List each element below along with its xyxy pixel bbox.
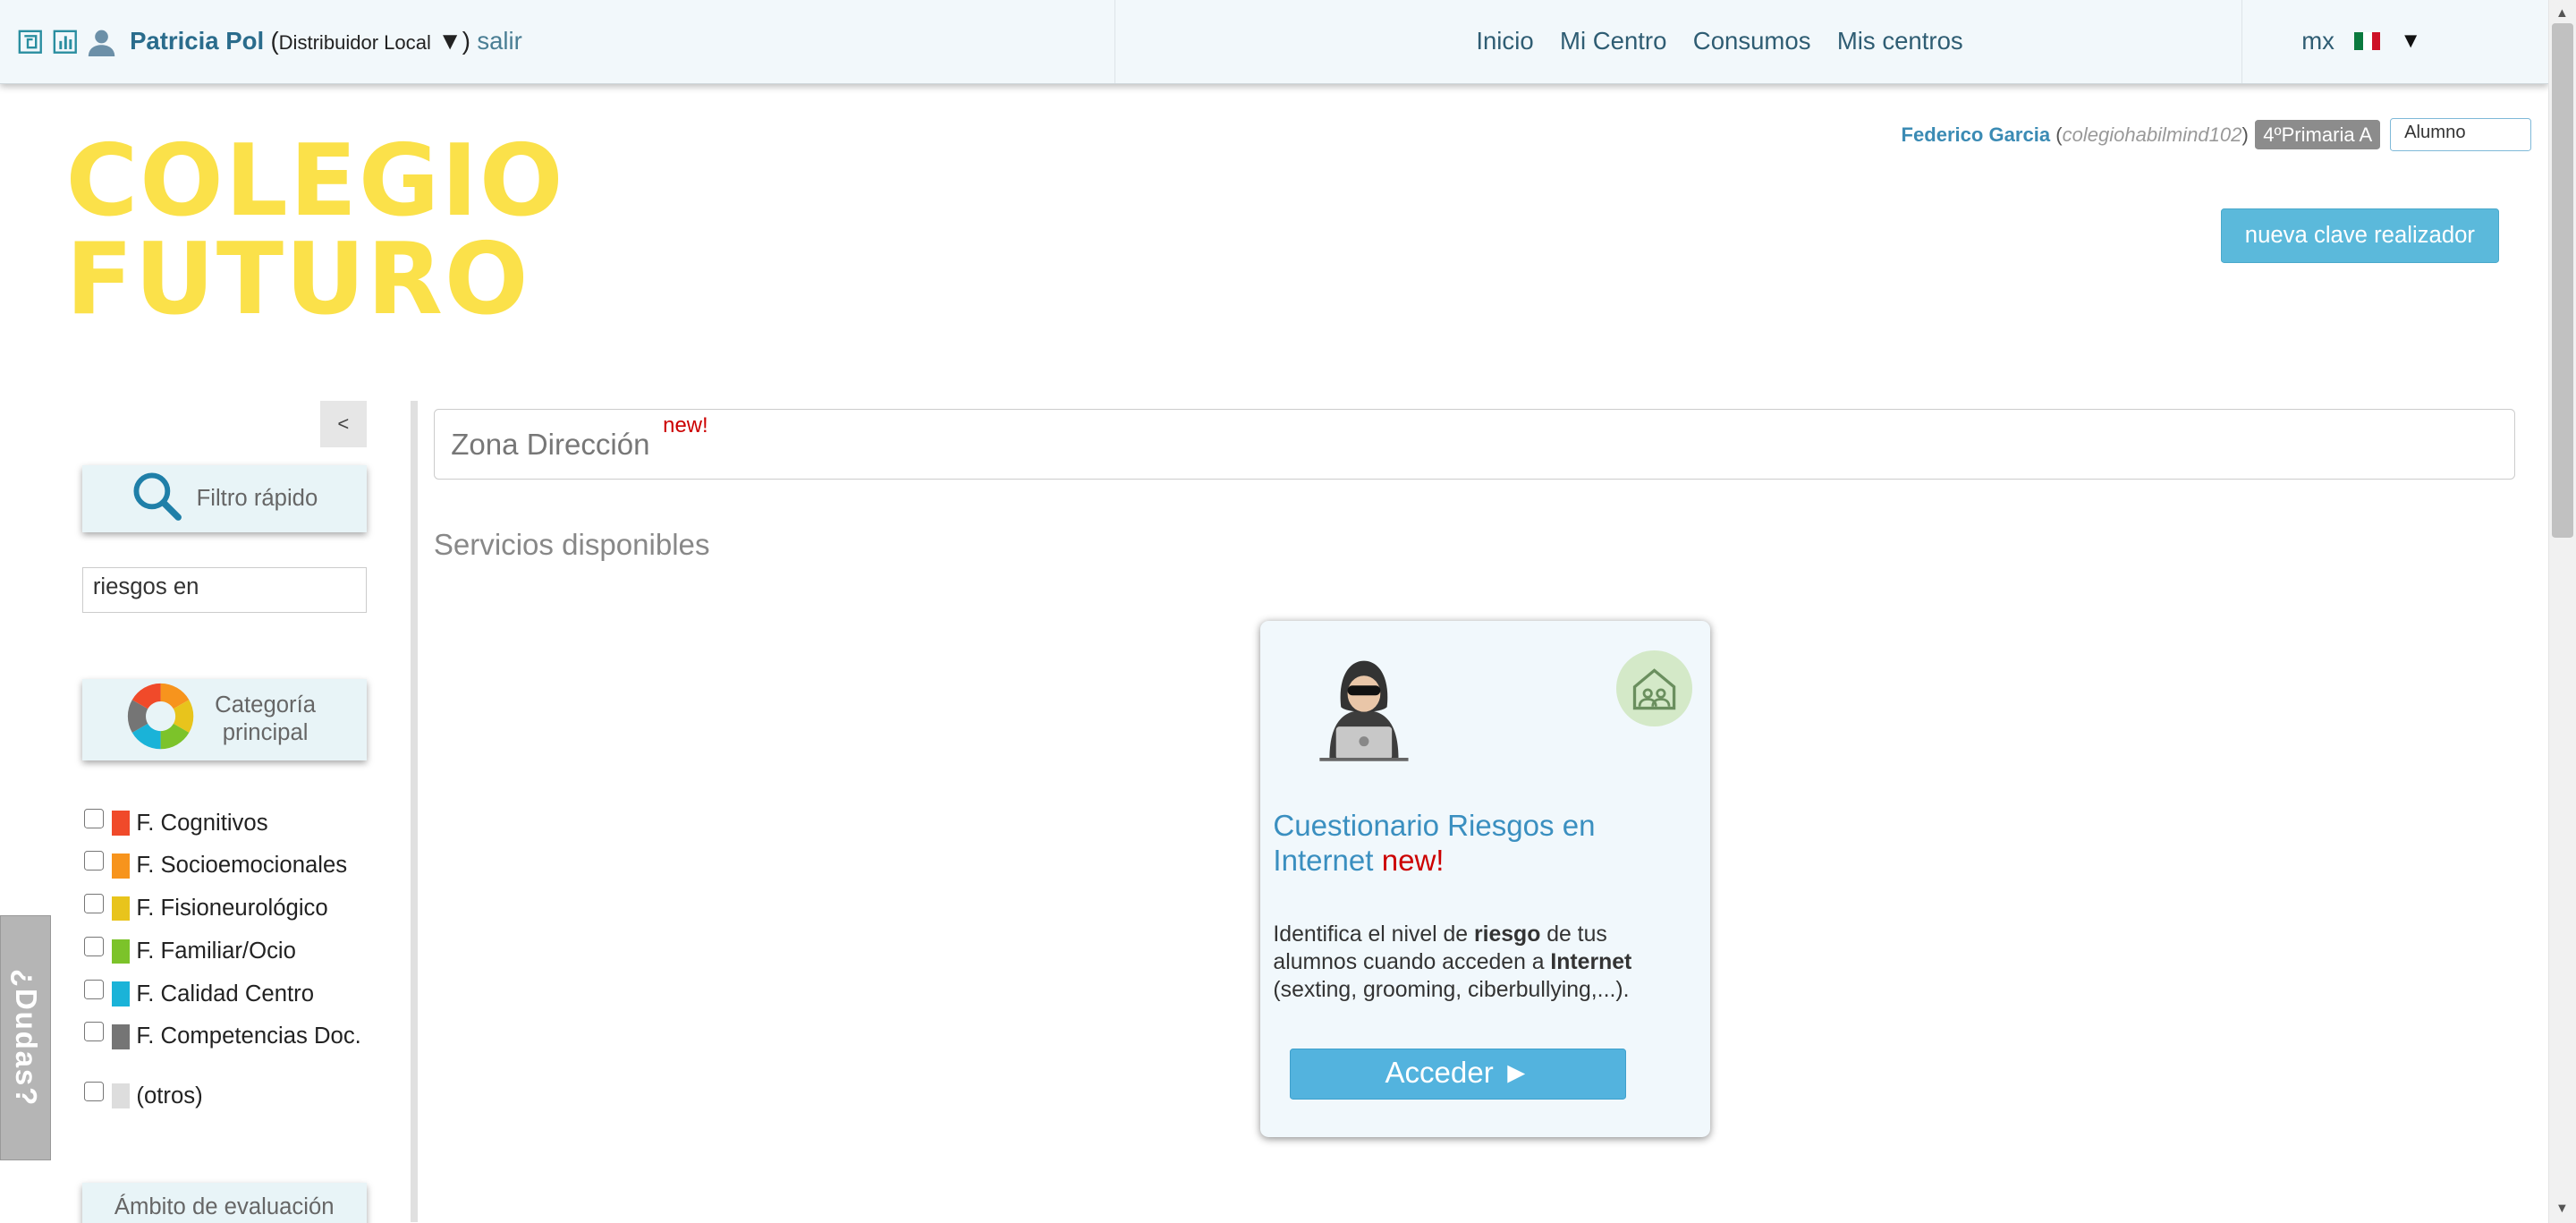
color-swatch — [111, 1083, 131, 1108]
chevron-down-icon[interactable]: ▼ — [2400, 29, 2421, 54]
new-key-button[interactable]: nueva clave realizador — [2221, 208, 2499, 263]
search-input[interactable]: riesgos en — [81, 566, 367, 614]
role-field[interactable]: Alumno — [2390, 118, 2532, 151]
nav-mi-centro[interactable]: Mi Centro — [1560, 27, 1666, 55]
checkbox[interactable] — [83, 1081, 104, 1101]
color-swatch — [111, 811, 131, 836]
nav-inicio[interactable]: Inicio — [1476, 27, 1533, 55]
filter-fisioneurologico[interactable]: F. Fisioneurológico — [83, 888, 361, 930]
collapse-sidebar-button[interactable]: < — [320, 401, 367, 447]
page: Patricia Pol (Distribuidor Local ▼) sali… — [0, 0, 2576, 1223]
chevron-down-icon: ▼) — [437, 27, 470, 55]
filter-cognitivos[interactable]: F. Cognitivos — [83, 802, 361, 845]
filter-socioemocionales[interactable]: F. Socioemocionales — [83, 845, 361, 888]
nav-mis-centros[interactable]: Mis centros — [1837, 27, 1963, 55]
student-name[interactable]: Federico Garcia — [1902, 123, 2051, 147]
hacker-icon — [1313, 658, 1415, 763]
color-swatch — [111, 938, 131, 964]
new-badge: new! — [1381, 845, 1445, 879]
quick-filter-button[interactable]: Filtro rápido — [81, 464, 367, 533]
logout-link[interactable]: salir — [477, 27, 522, 55]
filter-label: F. Cognitivos — [136, 810, 268, 836]
filter-label: (otros) — [136, 1083, 203, 1108]
scroll-up-arrow-icon[interactable]: ▲ — [2555, 6, 2569, 21]
checkbox[interactable] — [83, 936, 104, 956]
filter-label: F. Familiar/Ocio — [136, 938, 296, 964]
filter-label: F. Competencias Doc. — [136, 1023, 361, 1049]
desc-text: (sexting, grooming, ciberbullying,...). — [1273, 977, 1630, 1002]
evaluation-scope-button[interactable]: Ámbito de evaluación — [81, 1183, 367, 1223]
user-name[interactable]: Patricia Pol — [130, 27, 264, 55]
help-tab[interactable]: ¿Dudas? — [0, 915, 51, 1160]
evaluation-scope-label: Ámbito de evaluación — [114, 1194, 335, 1220]
main-nav: Inicio Mi Centro Consumos Mis centros — [1115, 0, 2243, 83]
help-tab-label: ¿Dudas? — [9, 968, 43, 1107]
color-swatch — [111, 896, 131, 921]
student-info: Federico Garcia (colegiohabilmind102) 4º… — [1902, 118, 2532, 151]
quick-filter-label: Filtro rápido — [196, 485, 318, 511]
user-role-selector[interactable]: (Distribuidor Local ▼) — [270, 27, 470, 55]
new-badge: new! — [663, 413, 708, 437]
logo-line-1: COLEGIO — [65, 123, 565, 238]
color-swatch — [111, 1024, 131, 1049]
desc-text: Identifica el nivel de — [1273, 921, 1474, 947]
checkbox[interactable] — [83, 979, 104, 999]
service-description: Identifica el nivel de riesgo de tus alu… — [1273, 921, 1683, 1005]
chart-icon[interactable] — [53, 30, 78, 55]
checkbox[interactable] — [83, 1022, 104, 1042]
category-label: Categoría principal — [215, 692, 317, 746]
language-code: mx — [2301, 27, 2334, 55]
grade-badge: 4ºPrimaria A — [2255, 119, 2381, 150]
filter-familiar-ocio[interactable]: F. Familiar/Ocio — [83, 930, 361, 973]
logo-line-2: FUTURO — [65, 222, 530, 337]
direction-zone-title: Zona Dirección — [451, 428, 650, 462]
filter-otros[interactable]: (otros) — [83, 1074, 361, 1117]
role-open: ( — [270, 27, 279, 55]
user-icon — [87, 27, 116, 56]
language-selector[interactable]: mx ▼ — [2242, 0, 2548, 83]
nav-consumos[interactable]: Consumos — [1693, 27, 1811, 55]
direction-zone-panel[interactable]: Zona Dirección new! — [433, 409, 2515, 480]
desc-bold: Internet — [1550, 949, 1632, 974]
service-title[interactable]: Cuestionario Riesgos en Internet new! — [1273, 810, 1667, 879]
filter-label: F. Calidad Centro — [136, 981, 314, 1006]
school-logo: COLEGIO FUTURO — [65, 128, 623, 342]
scrollbar-thumb[interactable] — [2552, 22, 2574, 538]
service-card: Cuestionario Riesgos en Internet new! Id… — [1259, 621, 1710, 1137]
checkbox[interactable] — [83, 894, 104, 914]
category-wheel-icon — [126, 682, 195, 757]
color-swatch — [111, 854, 131, 879]
user-role: Distribuidor Local — [278, 31, 431, 55]
scroll-down-arrow-icon[interactable]: ▼ — [2555, 1202, 2569, 1216]
checkbox[interactable] — [83, 808, 104, 828]
access-button[interactable]: Acceder ► — [1289, 1048, 1627, 1100]
checkbox[interactable] — [83, 851, 104, 871]
home-icon — [1616, 650, 1692, 726]
filter-competencias-doc[interactable]: F. Competencias Doc. — [83, 1015, 361, 1058]
category-button[interactable]: Categoría principal — [81, 678, 367, 761]
services-heading: Servicios disponibles — [433, 529, 710, 563]
filter-label: F. Fisioneurológico — [136, 896, 328, 921]
filter-label: F. Socioemocionales — [136, 853, 348, 879]
search-icon — [131, 470, 183, 529]
student-login: colegiohabilmind102 — [2062, 123, 2242, 146]
filter-calidad-centro[interactable]: F. Calidad Centro — [83, 972, 361, 1015]
category-filters: F. Cognitivos F. Socioemocionales F. Fis… — [83, 802, 361, 1117]
top-bar: Patricia Pol (Distribuidor Local ▼) sali… — [0, 0, 2548, 84]
user-area: Patricia Pol (Distribuidor Local ▼) sali… — [0, 0, 1116, 83]
color-swatch — [111, 981, 131, 1006]
logo-icon[interactable] — [18, 30, 43, 55]
vertical-scrollbar[interactable]: ▲ ▼ — [2547, 0, 2576, 1223]
mexico-flag-icon — [2353, 32, 2381, 51]
desc-bold: riesgo — [1473, 921, 1541, 947]
sidebar-divider[interactable] — [411, 401, 418, 1223]
